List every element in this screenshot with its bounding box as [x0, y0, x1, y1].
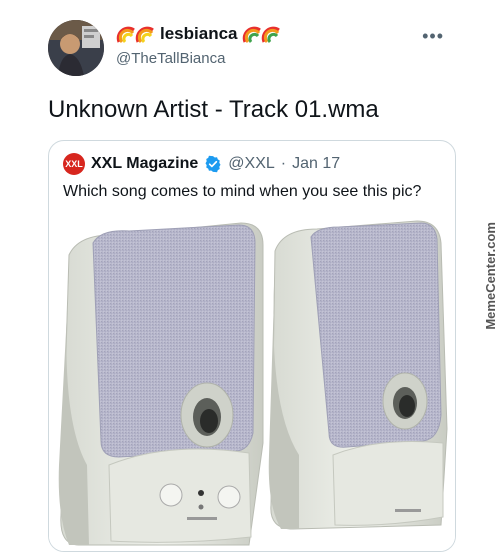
profile-photo-icon	[48, 20, 104, 76]
author-name[interactable]: lesbianca	[116, 24, 282, 44]
quoted-tweet-card[interactable]: XXL XXL Magazine @XXL · Jan 17 Which son…	[48, 140, 456, 552]
computer-speakers-image[interactable]	[49, 215, 455, 551]
rainbow-icon	[242, 24, 282, 44]
author-handle[interactable]: @TheTallBianca	[116, 50, 225, 67]
quoted-handle[interactable]: @XXL	[228, 155, 274, 173]
right-speaker	[268, 220, 448, 530]
quoted-separator: ·	[280, 155, 287, 172]
left-speaker	[58, 222, 264, 546]
quoted-tweet-header: XXL XXL Magazine @XXL · Jan 17	[63, 153, 340, 175]
xxl-logo-icon[interactable]: XXL	[63, 153, 85, 175]
quoted-date[interactable]: Jan 17	[292, 155, 340, 173]
tweet-text: Unknown Artist - Track 01.wma	[48, 96, 379, 123]
author-display-name: lesbianca	[160, 24, 238, 43]
quoted-display-name[interactable]: XXL Magazine	[91, 155, 198, 173]
quoted-tweet-text: Which song comes to mind when you see th…	[63, 183, 422, 200]
watermark: MemeCenter.com	[483, 222, 498, 330]
more-icon[interactable]: •••	[422, 26, 444, 47]
verified-badge-icon	[204, 155, 222, 173]
author-avatar[interactable]	[48, 20, 104, 76]
rainbow-icon	[116, 24, 156, 44]
